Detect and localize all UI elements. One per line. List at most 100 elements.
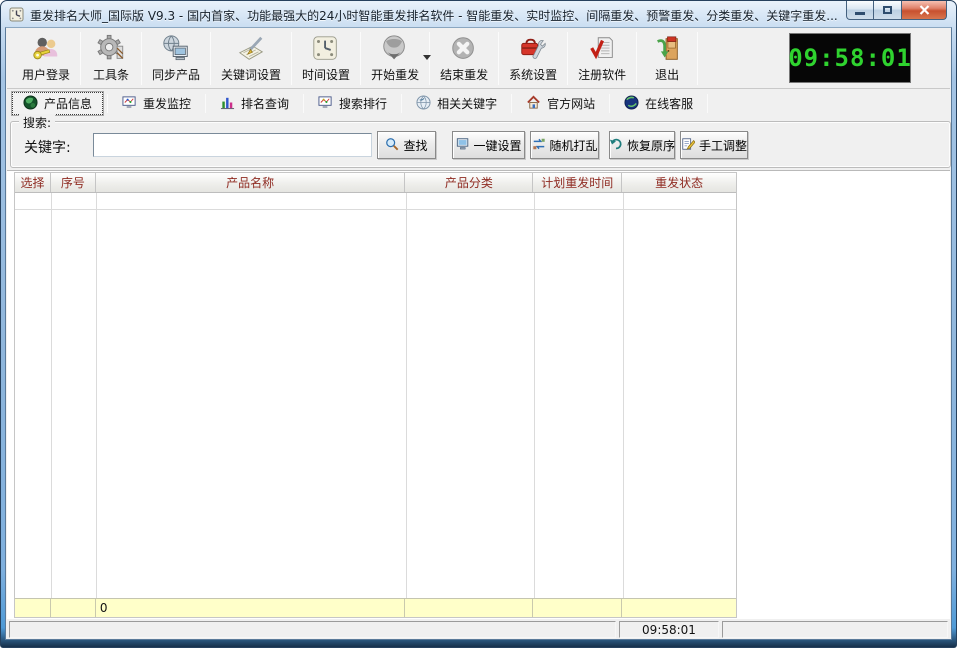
tab-label: 搜索排行 <box>339 97 388 111</box>
toolbar-button-sync-products[interactable]: 同步产品 <box>143 29 209 88</box>
footer-cell <box>533 599 623 617</box>
tab-label: 在线客服 <box>645 97 694 111</box>
button-label: 手工调整 <box>699 138 748 153</box>
toolbar-label: 时间设置 <box>302 68 351 82</box>
header-index: 序号 <box>51 173 96 192</box>
manual-adjust-button[interactable]: 手工调整 <box>680 131 748 159</box>
toolbar-button-stop-repost[interactable]: 结束重发 <box>431 29 497 88</box>
toolbar-separator <box>697 32 699 85</box>
tab-label: 官方网站 <box>547 97 596 111</box>
keyword-input[interactable] <box>93 133 372 157</box>
monitor-chart-icon <box>318 95 333 113</box>
status-panel-left <box>9 621 616 638</box>
home-icon <box>526 95 541 113</box>
minimize-icon <box>855 11 865 15</box>
toolbar-label: 结束重发 <box>440 68 489 82</box>
toolbar-label: 系统设置 <box>509 68 558 82</box>
clock-icon <box>311 33 341 65</box>
undo-icon <box>609 137 623 154</box>
footer-cell <box>622 599 736 617</box>
tab-separator <box>205 94 207 113</box>
header-planned-time: 计划重发时间 <box>533 173 623 192</box>
tab-ranking-query[interactable]: 排名查询 <box>210 92 299 115</box>
toolbar-separator <box>567 32 569 85</box>
footer-count-cell: 0 <box>96 599 406 617</box>
globe-computer-icon <box>161 33 191 65</box>
toolbar-separator <box>141 32 143 85</box>
title-bar: 重发排名大师_国际版 V9.3 - 国内首家、功能最强大的24小时智能重发排名软… <box>1 1 956 27</box>
toolbar-button-exit[interactable]: 退出 <box>638 29 696 88</box>
tab-bar: 产品信息 重发监控 排名查询 搜索排行 相关关键字 官方网站 在线客服 <box>7 90 950 117</box>
tab-separator <box>511 94 513 113</box>
users-key-icon <box>31 33 61 65</box>
globe-dark-icon <box>624 94 639 113</box>
toolbar-button-start-repost[interactable]: 开始重发 <box>362 29 432 88</box>
globe-light-icon <box>416 94 431 113</box>
pen-paper-icon <box>236 33 266 65</box>
minimize-button[interactable] <box>846 1 874 20</box>
random-shuffle-button[interactable]: 随机打乱 <box>530 131 599 159</box>
status-panel-right <box>722 621 948 638</box>
globe-start-icon <box>380 33 410 65</box>
toolbox-wrench-icon <box>518 33 548 65</box>
tab-separator <box>303 94 305 113</box>
close-icon <box>919 5 929 15</box>
dropdown-arrow-icon[interactable] <box>423 55 432 60</box>
magnifier-icon <box>385 137 399 154</box>
button-label: 一键设置 <box>473 138 522 153</box>
tab-label: 产品信息 <box>44 97 93 111</box>
bar-chart-icon <box>220 95 235 113</box>
grid-column-line <box>534 193 535 598</box>
main-toolbar: 用户登录 工具条 同步产品 关键词设置 时间设置 开始重发 结束重发 系统设置 … <box>7 29 950 89</box>
tab-official-website[interactable]: 官方网站 <box>516 92 605 115</box>
restore-order-button[interactable]: 恢复原序 <box>609 131 675 159</box>
app-window: 重发排名大师_国际版 V9.3 - 国内首家、功能最强大的24小时智能重发排名软… <box>0 0 957 648</box>
tab-search-ranking[interactable]: 搜索排行 <box>308 92 397 115</box>
button-label: 恢复原序 <box>627 138 676 153</box>
toolbar-separator <box>210 32 212 85</box>
window-title: 重发排名大师_国际版 V9.3 - 国内首家、功能最强大的24小时智能重发排名软… <box>30 8 838 23</box>
toolbar-button-keyword-settings[interactable]: 关键词设置 <box>212 29 290 88</box>
maximize-icon <box>883 6 892 14</box>
register-check-icon <box>587 33 617 65</box>
toolbar-button-register[interactable]: 注册软件 <box>569 29 635 88</box>
close-button[interactable] <box>901 1 947 20</box>
tab-label: 重发监控 <box>143 97 192 111</box>
shuffle-icon <box>532 137 546 154</box>
footer-cell <box>15 599 51 617</box>
grid-footer-row: 0 <box>15 598 736 617</box>
header-product-name: 产品名称 <box>96 173 406 192</box>
grid-body[interactable] <box>15 193 736 598</box>
toolbar-button-system-settings[interactable]: 系统设置 <box>500 29 566 88</box>
toolbar-separator <box>636 32 638 85</box>
button-label: 查找 <box>403 138 428 153</box>
tab-related-keywords[interactable]: 相关关键字 <box>406 92 507 115</box>
monitor-chart-icon <box>122 95 137 113</box>
product-grid: 选择 序号 产品名称 产品分类 计划重发时间 重发状态 0 <box>14 172 737 618</box>
clock-app-icon <box>9 7 25 23</box>
keyword-label: 关键字: <box>24 140 71 156</box>
toolbar-button-user-login[interactable]: 用户登录 <box>13 29 79 88</box>
edit-icon <box>681 137 696 154</box>
footer-cell <box>405 599 534 617</box>
tab-online-service[interactable]: 在线客服 <box>614 92 703 115</box>
maximize-button[interactable] <box>874 1 901 20</box>
tab-product-info[interactable]: 产品信息 <box>12 92 104 115</box>
toolbar-label: 同步产品 <box>152 68 201 82</box>
header-repost-status: 重发状态 <box>655 176 704 190</box>
toolbar-label: 退出 <box>655 68 680 82</box>
tab-repost-monitor[interactable]: 重发监控 <box>112 92 201 115</box>
grid-row-line <box>15 209 736 210</box>
search-groupbox: 搜索: 关键字: 查找 一键设置 随机打乱 恢复原序 手工调整 <box>10 114 951 168</box>
tab-separator <box>401 94 403 113</box>
find-button[interactable]: 查找 <box>377 131 436 159</box>
one-click-setup-button[interactable]: 一键设置 <box>452 131 525 159</box>
window-controls <box>846 1 947 20</box>
status-panel-time: 09:58:01 <box>619 621 719 638</box>
tab-label: 相关关键字 <box>437 97 498 111</box>
toolbar-button-time-settings[interactable]: 时间设置 <box>293 29 359 88</box>
tab-separator <box>107 94 109 113</box>
toolbar-button-toolbar[interactable]: 工具条 <box>82 29 140 88</box>
tab-label: 排名查询 <box>241 97 290 111</box>
header-product-category: 产品分类 <box>405 173 534 192</box>
